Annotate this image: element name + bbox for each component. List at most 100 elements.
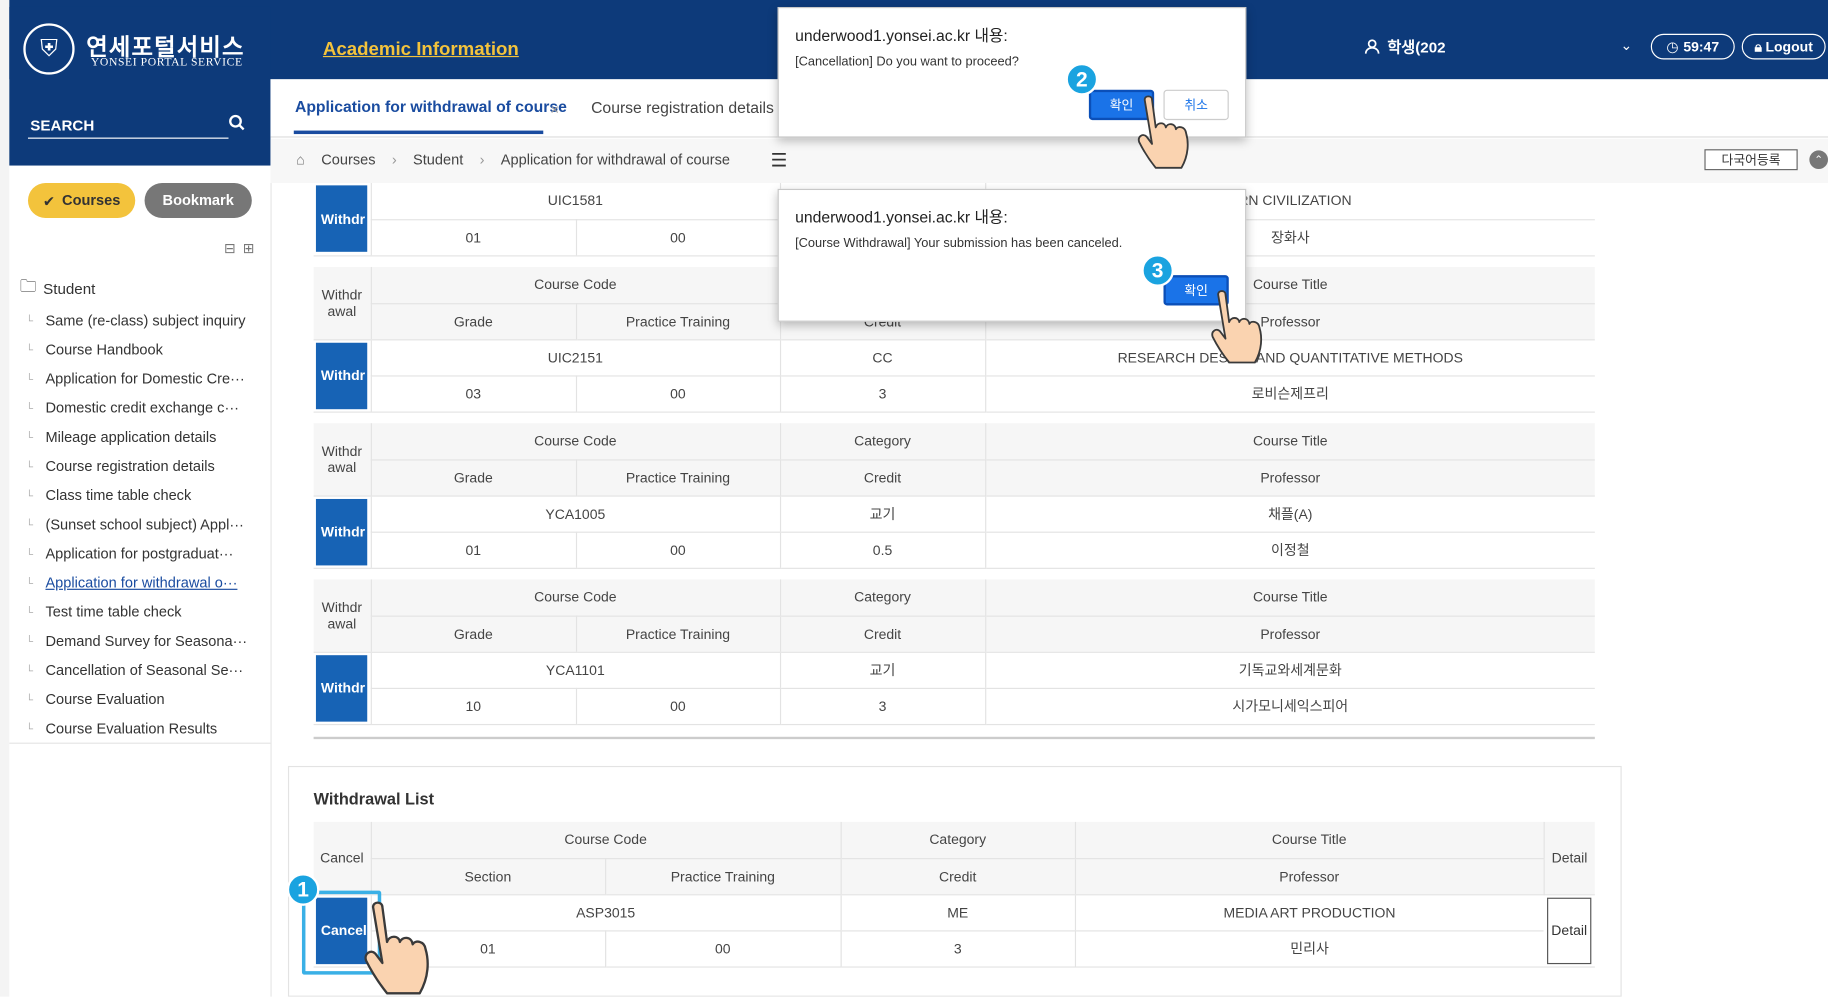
- logo-panel: ⛨ 연세포털서비스 YONSEI PORTAL SERVICE SEARCH: [9, 6, 271, 166]
- sidebar-item[interactable]: └ Course Evaluation: [26, 684, 271, 713]
- course-list-bottom-rule: [313, 736, 1595, 740]
- search-icon[interactable]: [229, 114, 245, 131]
- sidebar-item[interactable]: └ Class time table check: [26, 480, 271, 509]
- tree-branch-icon: └: [25, 489, 34, 501]
- sidebar-item[interactable]: └ Application for withdrawal o···: [26, 568, 271, 597]
- sidebar-item[interactable]: └ Same (re-class) subject inquiry: [26, 305, 271, 334]
- tree-branch-icon: └: [25, 401, 34, 414]
- table-row: 01 00 0.5 이정철: [314, 531, 1595, 569]
- dialog-message: [Cancellation] Do you want to proceed?: [795, 54, 1019, 69]
- sidebar-item-label: Class time table check: [45, 486, 192, 504]
- tree-branch-icon: └: [25, 634, 34, 647]
- sidebar-item[interactable]: └ Demand Survey for Seasona···: [26, 626, 271, 655]
- table-header-row: GradePractice TrainingCreditProfessor: [314, 459, 1595, 497]
- sidebar-folder-student[interactable]: 🗀 Student: [20, 274, 96, 302]
- course-title-header: Course Title: [984, 579, 1595, 617]
- logout-label: Logout: [1765, 38, 1813, 55]
- scroll-up-icon[interactable]: ⌃: [1809, 150, 1828, 170]
- sidebar-item-label: Course Handbook: [45, 341, 163, 358]
- professor-cell: 로비슨제프리: [984, 375, 1595, 413]
- hamburger-menu-icon[interactable]: ☰: [771, 149, 788, 172]
- user-menu[interactable]: 학생(202: [1364, 35, 1446, 57]
- withdrawal-column-header: Withdr awal: [313, 266, 371, 340]
- breadcrumb-separator-icon: ›: [479, 151, 485, 168]
- grade-header: Grade: [370, 615, 576, 653]
- credit-header: Credit: [839, 858, 1075, 895]
- multilanguage-register-button[interactable]: 다국어등록: [1704, 149, 1798, 171]
- breadcrumb-separator-icon: ›: [391, 151, 397, 168]
- collapse-all-icon[interactable]: ⊟: [224, 240, 236, 256]
- sidebar-menu: └ Same (re-class) subject inquiry └ Course …: [26, 305, 271, 742]
- sidebar-item-label: Course registration details: [45, 457, 215, 474]
- table-header-row: Section Practice Training Credit Profess…: [314, 858, 1595, 895]
- sidebar-item[interactable]: └ Course registration details: [26, 451, 271, 480]
- credit-cell: 3: [779, 687, 986, 725]
- search-input[interactable]: SEARCH: [30, 117, 94, 134]
- category-cell: 교기: [779, 495, 986, 533]
- step-badge: 3: [1141, 254, 1174, 287]
- grade-cell: 03: [370, 375, 576, 413]
- practice-header: Practice Training: [575, 615, 780, 653]
- step-badge: 2: [1065, 62, 1099, 96]
- sidebar-item[interactable]: └ Cancellation of Seasonal Se···: [26, 655, 271, 684]
- table-row: Withdr UIC2151 CC RESEARCH DESIGN AND QUANT…: [313, 339, 1595, 413]
- tree-branch-icon: └: [25, 722, 34, 734]
- sidebar-divider: [9, 742, 271, 744]
- sidebar-item[interactable]: └ Course Evaluation Results: [26, 713, 271, 742]
- tree-branch-icon: └: [25, 343, 34, 355]
- chevron-down-icon[interactable]: ⌄: [1620, 37, 1632, 53]
- sidebar-item-label: Application for postgraduat···: [45, 545, 234, 562]
- sidebar-item[interactable]: └ Test time table check: [26, 597, 271, 626]
- bookmark-toggle-button[interactable]: Bookmark: [144, 183, 252, 219]
- course-title-header: Course Title: [984, 423, 1595, 460]
- breadcrumb-item[interactable]: Courses: [321, 152, 375, 168]
- category-cell: CC: [779, 339, 986, 376]
- tab-withdrawal[interactable]: Application for withdrawal of course: [295, 98, 567, 115]
- tree-branch-icon: └: [25, 430, 34, 443]
- sidebar-item[interactable]: └ Course Handbook: [26, 335, 271, 364]
- breadcrumb-item: Application for withdrawal of course: [500, 151, 731, 168]
- withdraw-button[interactable]: Withdr: [316, 654, 368, 722]
- tree-branch-icon: └: [25, 372, 34, 385]
- sidebar-item-label: Application for Domestic Cre···: [45, 370, 245, 387]
- category-header: Category: [839, 821, 1075, 859]
- course-code-header: Course Code: [370, 423, 780, 460]
- dialog-title: underwood1.yonsei.ac.kr 내용:: [795, 26, 1008, 45]
- tab-close-icon[interactable]: ×: [550, 100, 559, 117]
- tree-branch-icon: └: [25, 663, 34, 676]
- course-code-header: Course Code: [370, 821, 841, 859]
- withdraw-button[interactable]: Withdr: [316, 342, 368, 409]
- logout-button[interactable]: 🔒︎ Logout: [1741, 33, 1826, 60]
- sidebar-item-label: Cancellation of Seasonal Se···: [45, 661, 244, 678]
- professor-header: Professor: [984, 615, 1595, 653]
- header-title-link[interactable]: Academic Information: [323, 40, 519, 61]
- sidebar-item-label: Test time table check: [45, 603, 182, 620]
- sidebar-item[interactable]: └ (Sunset school subject) Appl···: [26, 509, 271, 538]
- yonsei-emblem-icon[interactable]: ⛨: [23, 23, 75, 75]
- withdraw-button[interactable]: Withdr: [316, 498, 368, 565]
- expand-all-icon[interactable]: ⊞: [243, 240, 255, 256]
- sidebar-item-label: Same (re-class) subject inquiry: [45, 311, 246, 329]
- sidebar-item[interactable]: └ Application for Domestic Cre···: [26, 364, 271, 393]
- folder-icon: 🗀: [19, 276, 37, 295]
- tree-branch-icon: └: [25, 693, 34, 705]
- session-timer-button[interactable]: ◷ 59:47: [1650, 33, 1735, 60]
- user-name: 학생(202: [1387, 38, 1446, 56]
- table-row: 03 00 3 로비슨제프리: [314, 375, 1595, 413]
- withdraw-button[interactable]: Withdr: [316, 185, 368, 253]
- detail-button[interactable]: Detail: [1547, 897, 1592, 964]
- active-tab-indicator: [293, 130, 544, 135]
- breadcrumb-item[interactable]: Student: [413, 152, 463, 168]
- course-code-header: Course Code: [370, 266, 780, 304]
- tab-course-registration[interactable]: Course registration details: [591, 99, 774, 116]
- sidebar-item[interactable]: └ Mileage application details: [26, 422, 271, 451]
- credit-cell: 3: [839, 930, 1075, 968]
- sidebar-item-label: Mileage application details: [45, 428, 217, 445]
- sidebar-item[interactable]: └ Application for postgraduat···: [26, 539, 271, 568]
- home-icon[interactable]: ⌂: [296, 152, 305, 168]
- sidebar-item[interactable]: └ Domestic credit exchange c···: [26, 393, 271, 422]
- course-title-header: Course Title: [1074, 821, 1544, 859]
- professor-cell: 시가모니세익스피어: [984, 687, 1595, 725]
- courses-toggle-button[interactable]: ✔ Courses: [27, 183, 136, 219]
- sidebar-section-label: Student: [43, 279, 96, 297]
